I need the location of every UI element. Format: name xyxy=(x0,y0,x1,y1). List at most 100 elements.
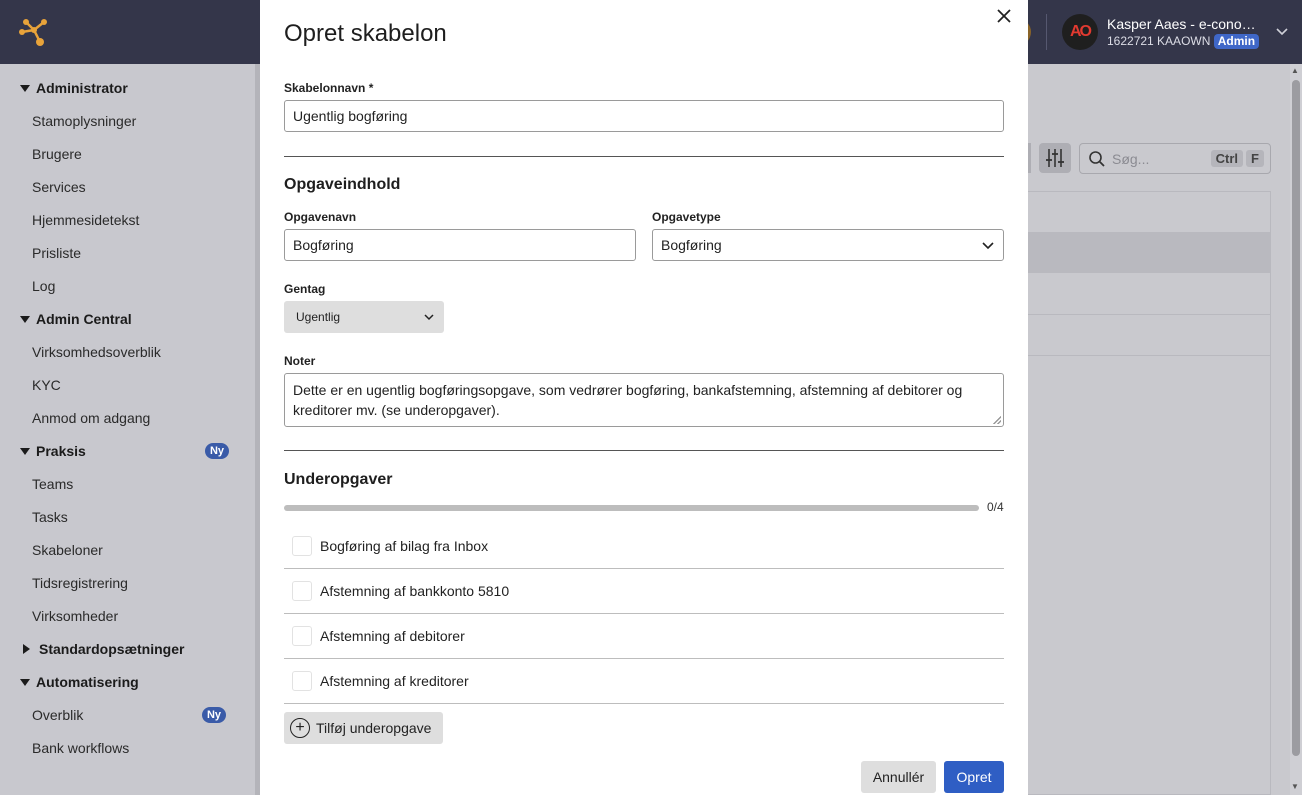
close-button[interactable] xyxy=(994,6,1014,26)
subtasks-progress-bar xyxy=(284,505,979,511)
sidebar-item-tasks[interactable]: Tasks xyxy=(32,507,68,527)
subtask-checkbox[interactable] xyxy=(292,536,312,556)
sidebar-section-administrator[interactable]: Administrator xyxy=(20,78,128,98)
sidebar-item-teams[interactable]: Teams xyxy=(32,474,73,494)
sidebar-item-virksomheder[interactable]: Virksomheder xyxy=(32,606,118,626)
section-label: Praksis xyxy=(36,443,86,459)
sidebar-item-skabeloner[interactable]: Skabeloner xyxy=(32,540,103,560)
chevron-down-icon[interactable] xyxy=(1276,28,1288,36)
search-shortcut: Ctrl F xyxy=(1210,150,1264,167)
sidebar-item-kyc[interactable]: KYC xyxy=(32,375,61,395)
create-button[interactable]: Opret xyxy=(944,761,1004,793)
subtasks-progress-text: 0/4 xyxy=(987,500,1004,514)
kbd-f: F xyxy=(1246,150,1264,167)
caret-down-icon xyxy=(20,315,30,323)
filter-settings-button[interactable] xyxy=(1039,143,1071,173)
subtask-checkbox[interactable] xyxy=(292,671,312,691)
chevron-down-icon xyxy=(424,314,434,321)
section-label: Admin Central xyxy=(36,311,132,327)
caret-down-icon xyxy=(20,84,30,92)
subtask-checkbox[interactable] xyxy=(292,626,312,646)
subtasks-heading: Underopgaver xyxy=(284,471,393,488)
subtask-label: Bogføring af bilag fra Inbox xyxy=(320,538,489,554)
notes-textarea[interactable]: Dette er en ugentlig bogføringsopgave, s… xyxy=(284,373,1004,427)
user-id: 1622721 KAAOWN xyxy=(1107,34,1211,48)
user-id-line: 1622721 KAAOWN Admin xyxy=(1107,33,1262,49)
section-label: Automatisering xyxy=(36,674,139,690)
subtask-row[interactable]: Afstemning af debitorer xyxy=(284,614,1004,659)
sidebar-section-praksis[interactable]: Praksis xyxy=(20,441,86,461)
subtask-row[interactable]: Bogføring af bilag fra Inbox xyxy=(284,524,1004,569)
plus-circle-icon: + xyxy=(290,718,310,738)
role-badge: Admin xyxy=(1213,34,1260,49)
sidebar-item-prisliste[interactable]: Prisliste xyxy=(32,243,81,263)
subtask-label: Afstemning af kreditorer xyxy=(320,673,469,689)
section-divider xyxy=(284,156,1004,157)
task-content-heading: Opgaveindhold xyxy=(284,176,401,193)
section-label: Standardopsætninger xyxy=(39,641,185,657)
search-placeholder: Søg... xyxy=(1112,150,1150,167)
user-menu[interactable]: AO Kasper Aaes - e-conomic 1622721 KAAOW… xyxy=(1062,13,1262,51)
subtask-row[interactable]: Afstemning af bankkonto 5810 xyxy=(284,569,1004,614)
resize-handle[interactable] xyxy=(993,416,1001,424)
background-row-divider xyxy=(1028,314,1270,315)
new-badge: Ny xyxy=(202,707,226,723)
sidebar-item-anmod-om-adgang[interactable]: Anmod om adgang xyxy=(32,408,150,428)
sidebar-item-services[interactable]: Services xyxy=(32,177,86,197)
caret-down-icon xyxy=(20,447,30,455)
sidebar-item-overblik[interactable]: Overblik xyxy=(32,705,83,725)
task-name-value: Bogføring xyxy=(293,237,354,253)
scroll-up-icon[interactable]: ▲ xyxy=(1291,66,1299,75)
cancel-button[interactable]: Annullér xyxy=(861,761,936,793)
task-name-label: Opgavenavn xyxy=(284,210,357,224)
task-type-value: Bogføring xyxy=(661,237,722,253)
topbar-divider xyxy=(1046,14,1047,50)
task-name-field[interactable]: Bogføring xyxy=(284,229,636,261)
search-icon xyxy=(1089,150,1105,167)
sidebar-item-stamoplysninger[interactable]: Stamoplysninger xyxy=(32,111,136,131)
caret-down-icon xyxy=(20,678,30,686)
add-subtask-label: Tilføj underopgave xyxy=(316,720,432,736)
scrollbar-thumb[interactable] xyxy=(1292,80,1300,756)
sidebar-section-admin-central[interactable]: Admin Central xyxy=(20,309,132,329)
background-table-header xyxy=(1028,232,1270,273)
avatar: AO xyxy=(1062,14,1098,50)
create-template-modal: Opret skabelon Skabelonnavn * Ugentlig b… xyxy=(260,0,1028,795)
sidebar-item-log[interactable]: Log xyxy=(32,276,55,296)
sidebar-item-bank-workflows[interactable]: Bank workflows xyxy=(32,738,129,758)
new-badge: Ny xyxy=(205,443,229,459)
template-name-field[interactable]: Ugentlig bogføring xyxy=(284,100,1004,132)
notes-label: Noter xyxy=(284,354,316,368)
subtask-row[interactable]: Afstemning af kreditorer xyxy=(284,659,1004,704)
sidebar-section-automatisering[interactable]: Automatisering xyxy=(20,672,139,692)
template-name-value: Ugentlig bogføring xyxy=(293,108,408,124)
repeat-select[interactable]: Ugentlig xyxy=(284,301,444,333)
sidebar-item-brugere[interactable]: Brugere xyxy=(32,144,82,164)
task-type-label: Opgavetype xyxy=(652,210,721,224)
modal-title: Opret skabelon xyxy=(284,20,447,47)
app-logo-icon[interactable] xyxy=(18,16,50,48)
subtask-label: Afstemning af debitorer xyxy=(320,628,465,644)
sidebar-section-standardopsaetninger[interactable]: Standardopsætninger xyxy=(20,639,184,659)
sidebar-item-virksomhedsoverblik[interactable]: Virksomhedsoverblik xyxy=(32,342,161,362)
notes-value: Dette er en ugentlig bogføringsopgave, s… xyxy=(293,382,963,418)
section-divider xyxy=(284,450,1004,451)
scroll-down-icon[interactable]: ▼ xyxy=(1291,782,1299,791)
background-row-divider xyxy=(1028,355,1270,356)
sidebar-item-tidsregistrering[interactable]: Tidsregistrering xyxy=(32,573,128,593)
user-name: Kasper Aaes - e-conomic xyxy=(1107,16,1262,32)
repeat-value: Ugentlig xyxy=(296,310,341,324)
add-subtask-button[interactable]: + Tilføj underopgave xyxy=(284,712,443,744)
task-type-select[interactable]: Bogføring xyxy=(652,229,1004,261)
subtask-checkbox[interactable] xyxy=(292,581,312,601)
caret-right-icon xyxy=(23,644,30,654)
background-toolbar-edge xyxy=(1028,143,1031,173)
sidebar-item-hjemmesidetekst[interactable]: Hjemmesidetekst xyxy=(32,210,139,230)
search-input[interactable]: Søg... Ctrl F xyxy=(1079,143,1271,174)
section-label: Administrator xyxy=(36,80,128,96)
subtask-label: Afstemning af bankkonto 5810 xyxy=(320,583,510,599)
kbd-ctrl: Ctrl xyxy=(1210,150,1244,167)
repeat-label: Gentag xyxy=(284,282,326,296)
sliders-icon xyxy=(1046,149,1064,167)
user-info: Kasper Aaes - e-conomic 1622721 KAAOWN A… xyxy=(1107,15,1262,49)
